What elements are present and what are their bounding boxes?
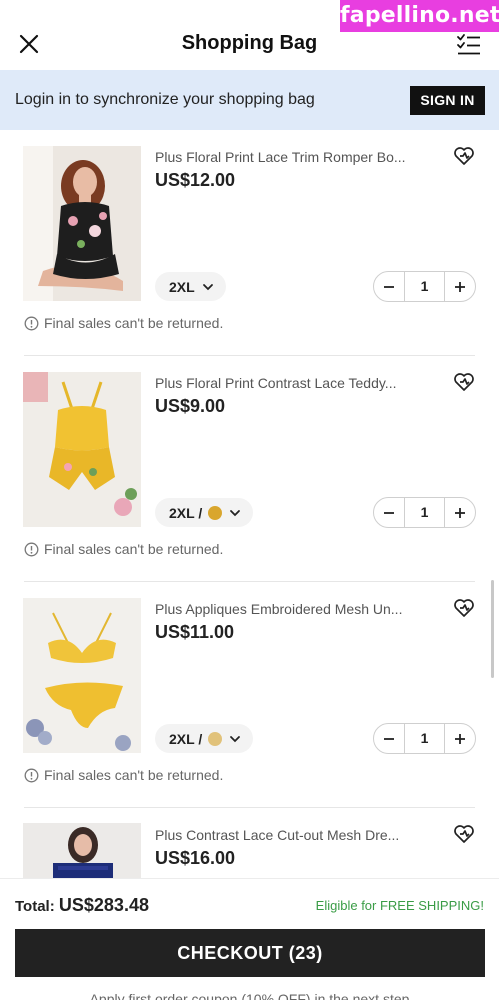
quantity-value[interactable]: 1 — [404, 724, 445, 753]
free-shipping-text: Eligible for FREE SHIPPING! — [315, 898, 484, 913]
variant-selector[interactable]: 2XL / — [155, 498, 254, 527]
product-title[interactable]: Plus Appliques Embroidered Mesh Un... — [155, 601, 440, 617]
product-image[interactable] — [23, 372, 141, 527]
info-icon — [24, 768, 39, 782]
notice-text: Final sales can't be returned. — [44, 767, 224, 783]
chevron-down-icon — [230, 735, 241, 742]
product-title[interactable]: Plus Floral Print Contrast Lace Teddy... — [155, 375, 440, 391]
chevron-down-icon — [230, 509, 241, 516]
info-icon — [24, 316, 39, 330]
login-banner: Login in to synchronize your shopping ba… — [0, 70, 499, 130]
chevron-down-icon — [202, 283, 213, 290]
color-swatch — [208, 505, 223, 520]
increase-quantity-button[interactable] — [445, 272, 475, 301]
product-price: US$9.00 — [155, 396, 226, 416]
decrease-quantity-button[interactable] — [374, 272, 404, 301]
watermark-logo: fapellino.net — [340, 0, 499, 32]
quantity-value[interactable]: 1 — [404, 272, 445, 301]
product-title[interactable]: Plus Floral Print Lace Trim Romper Bo... — [155, 149, 440, 165]
wishlist-heart-icon[interactable] — [452, 144, 476, 168]
coupon-hint: Apply first order coupon (10% OFF) in th… — [89, 991, 410, 1000]
cart-item-list: Plus Floral Print Lace Trim Romper Bo...… — [0, 130, 499, 878]
wishlist-heart-icon[interactable] — [452, 596, 476, 620]
quantity-value[interactable]: 1 — [404, 498, 445, 527]
product-price: US$12.00 — [155, 170, 236, 190]
variant-label: 2XL — [169, 278, 195, 295]
product-image[interactable] — [23, 598, 141, 753]
increase-quantity-button[interactable] — [445, 498, 475, 527]
product-title[interactable]: Plus Contrast Lace Cut-out Mesh Dre... — [155, 827, 440, 843]
total-label: Total: — [15, 898, 55, 915]
info-icon — [24, 542, 39, 556]
increase-quantity-button[interactable] — [445, 724, 475, 753]
final-sale-notice: Final sales can't be returned. — [24, 315, 223, 331]
product-price: US$16.00 — [155, 848, 236, 868]
wishlist-heart-icon[interactable] — [452, 370, 476, 394]
sign-in-button[interactable]: SIGN IN — [410, 86, 485, 115]
checkout-button[interactable]: CHECKOUT (23) — [15, 929, 485, 977]
final-sale-notice: Final sales can't be returned. — [24, 541, 223, 557]
product-image[interactable] — [23, 146, 141, 301]
order-total: Total: US$283.48 — [15, 895, 149, 916]
decrease-quantity-button[interactable] — [374, 724, 404, 753]
variant-label: 2XL / — [169, 504, 203, 521]
variant-label: 2XL / — [169, 730, 203, 747]
notice-text: Final sales can't be returned. — [44, 315, 224, 331]
final-sale-notice: Final sales can't be returned. — [24, 767, 223, 783]
cart-item: Plus Contrast Lace Cut-out Mesh Dre... U… — [0, 808, 499, 878]
decrease-quantity-button[interactable] — [374, 498, 404, 527]
quantity-stepper: 1 — [373, 271, 476, 302]
total-value: US$283.48 — [58, 895, 149, 915]
variant-selector[interactable]: 2XL — [155, 272, 226, 301]
cart-item: Plus Appliques Embroidered Mesh Un... US… — [0, 582, 499, 808]
checklist-icon[interactable] — [455, 31, 483, 59]
variant-selector[interactable]: 2XL / — [155, 724, 254, 753]
quantity-stepper: 1 — [373, 497, 476, 528]
product-image[interactable] — [23, 823, 141, 878]
wishlist-heart-icon[interactable] — [452, 822, 476, 846]
page-title: Shopping Bag — [181, 32, 318, 54]
quantity-stepper: 1 — [373, 723, 476, 754]
cart-item: Plus Floral Print Lace Trim Romper Bo...… — [0, 130, 499, 356]
login-banner-text: Login in to synchronize your shopping ba… — [15, 91, 315, 108]
product-price: US$11.00 — [155, 622, 235, 642]
cart-item: Plus Floral Print Contrast Lace Teddy...… — [0, 356, 499, 582]
notice-text: Final sales can't be returned. — [44, 541, 224, 557]
checkout-footer: Total: US$283.48 Eligible for FREE SHIPP… — [0, 878, 499, 1000]
scrollbar[interactable] — [491, 580, 494, 678]
color-swatch — [208, 731, 223, 746]
